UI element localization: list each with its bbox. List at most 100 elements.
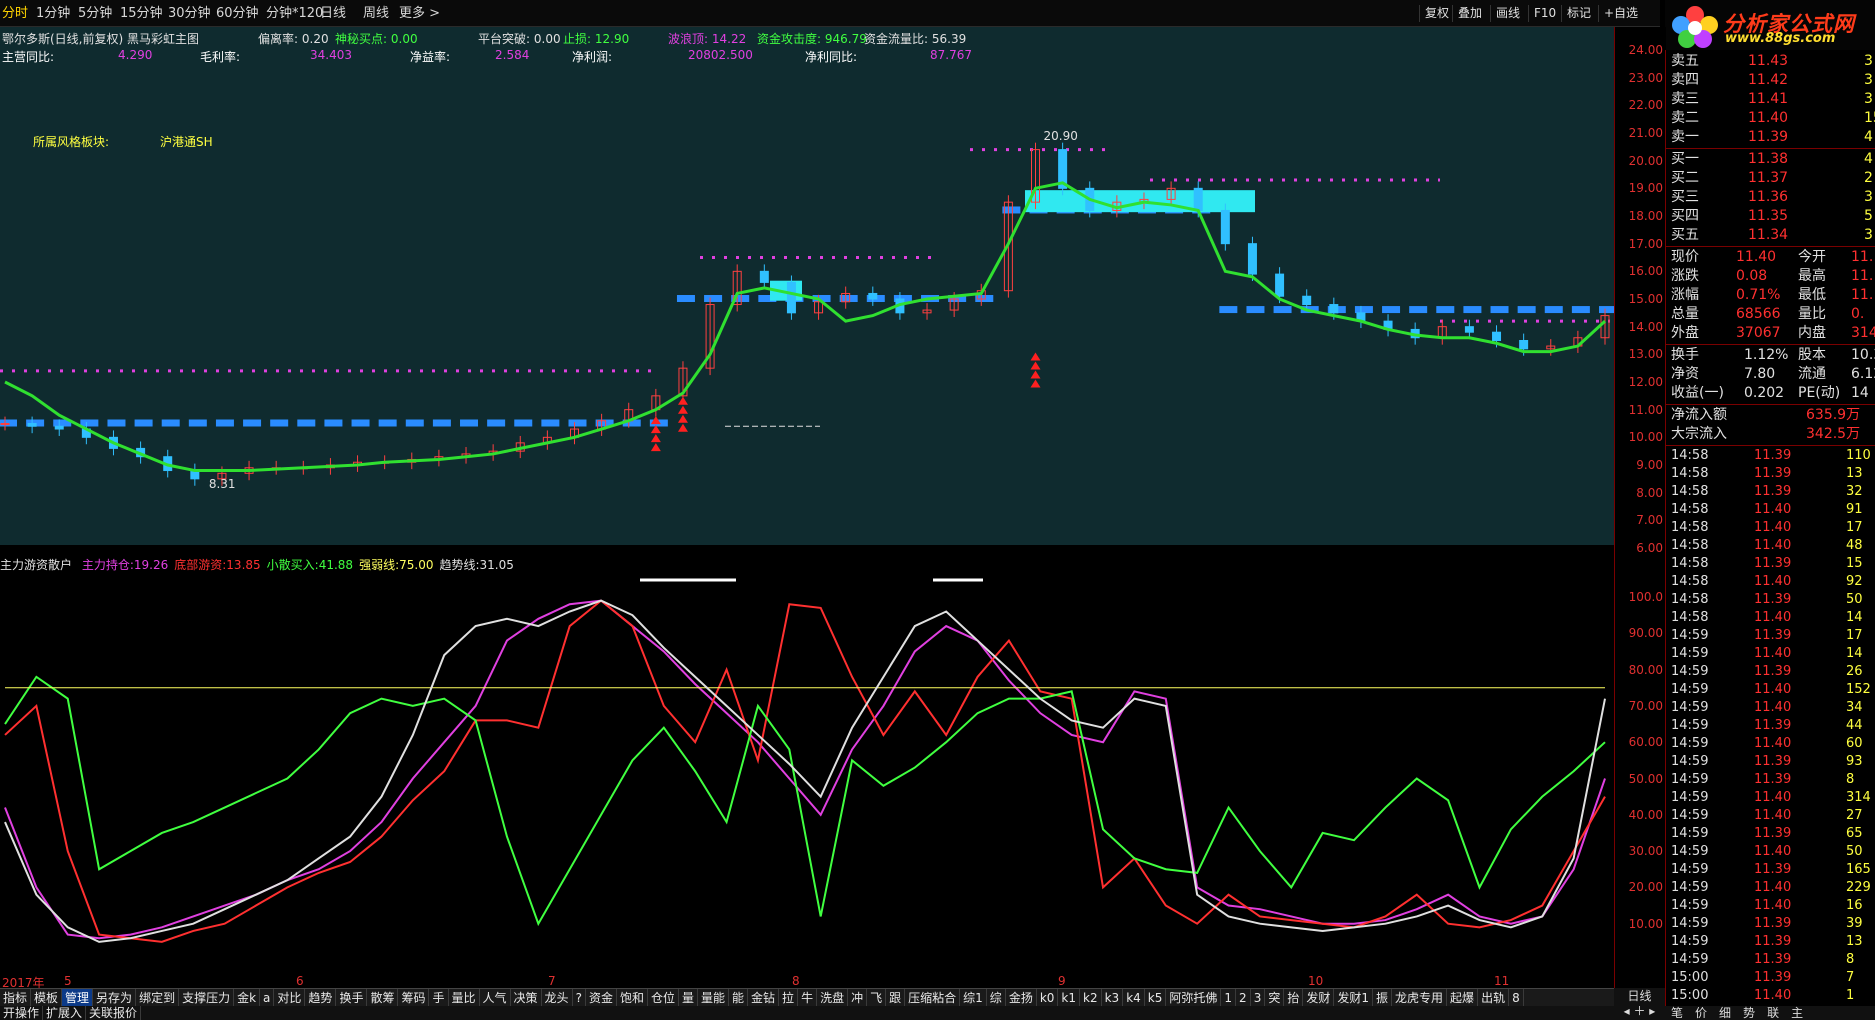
toolbar-button-5[interactable]: +自选 (1598, 5, 1643, 22)
indicator-tab[interactable]: 出轨 (1478, 989, 1510, 1007)
stat-value: 314 (1851, 325, 1875, 341)
indicator-tab[interactable]: 跟 (886, 989, 906, 1007)
indicator-tab[interactable]: k3 (1102, 989, 1124, 1007)
indicator-tab[interactable]: 筹码 (398, 989, 430, 1007)
indicator-tab[interactable]: 模板 (31, 989, 63, 1007)
indicator-tab[interactable]: 拉 (779, 989, 799, 1007)
indicator-tab[interactable]: 振 (1373, 989, 1393, 1007)
period-tab-3[interactable]: 15分钟 (120, 6, 163, 22)
indicator-tab[interactable]: 绑定到 (136, 989, 180, 1007)
indicator-tab[interactable]: 量比 (449, 989, 480, 1007)
quote-tab[interactable]: 细 (1713, 1006, 1737, 1020)
indicator-tab[interactable]: 金扬 (1006, 989, 1037, 1007)
indicator-tab[interactable]: 资金 (586, 989, 617, 1007)
period-tab-7[interactable]: 日线 (320, 6, 346, 22)
indicator-tab[interactable]: 牛 (798, 989, 818, 1007)
period-tab-8[interactable]: 周线 (363, 6, 389, 22)
quote-tab[interactable]: 联 (1761, 1006, 1785, 1020)
indicator-tab[interactable]: 仓位 (648, 989, 679, 1007)
indicator-tab[interactable]: 飞 (867, 989, 887, 1007)
indicator-tab[interactable]: 压缩粘合 (905, 989, 961, 1007)
secondary-tab[interactable]: 关联报价 (86, 1006, 142, 1020)
buy-arrow-icon (1030, 361, 1041, 370)
quote-divider (1666, 148, 1875, 149)
toolbar-button-4[interactable]: 标记 (1561, 5, 1596, 22)
indicator-tab[interactable]: k0 (1037, 989, 1059, 1007)
main-chart-panel[interactable]: 20.90 8.31 (0, 27, 1614, 545)
indicator-tab[interactable]: 阿弥托佛 (1166, 989, 1222, 1007)
toolbar-button-2[interactable]: 画线 (1490, 5, 1525, 22)
toolbar-button-1[interactable]: 叠加 (1452, 5, 1487, 22)
indicator-tab[interactable]: 饱和 (617, 989, 648, 1007)
candlestick-chart[interactable]: 20.90 8.31 (0, 27, 1614, 545)
indicator-tab[interactable]: 对比 (274, 989, 306, 1007)
toolbar-button-3[interactable]: F10 (1528, 5, 1561, 22)
indicator-tab[interactable]: 发财 (1303, 989, 1335, 1007)
indicator-tab[interactable]: 趋势 (305, 989, 337, 1007)
indicator-tab[interactable]: 龙虎专用 (1392, 989, 1448, 1007)
indicator-tab[interactable]: 散筹 (367, 989, 399, 1007)
buy-arrow-icon (1030, 352, 1041, 361)
indicator-tab[interactable]: 金k (234, 989, 261, 1007)
toolbar-button-0[interactable]: 复权 (1419, 5, 1454, 22)
indicator-tab[interactable]: 综1 (960, 989, 987, 1007)
period-tab-5[interactable]: 60分钟 (216, 6, 259, 22)
indicator-tab[interactable]: 龙头 (542, 989, 573, 1007)
indicator-tab[interactable]: 起爆 (1447, 989, 1479, 1007)
indicator-tab[interactable]: 冲 (848, 989, 868, 1007)
indicator-tab[interactable]: k1 (1058, 989, 1081, 1007)
period-tab-4[interactable]: 30分钟 (168, 6, 211, 22)
indicator-panel[interactable] (0, 553, 1614, 973)
tick-row: 14:59 11.39 39 (1666, 915, 1875, 933)
indicator-tab[interactable]: 突 (1265, 989, 1285, 1007)
indicator-tab[interactable]: 指标 (0, 989, 32, 1007)
indicator-tab[interactable]: 3 (1251, 989, 1266, 1007)
quote-tab[interactable]: 势 (1737, 1006, 1761, 1020)
indicator-tab[interactable]: 支撑压力 (179, 989, 235, 1007)
tick-time: 14:59 (1671, 916, 1709, 931)
period-label-box[interactable]: 日线 ◂ ＋ ▸ (1614, 988, 1665, 1020)
quote-tab[interactable]: 主 (1785, 1006, 1809, 1020)
period-tab-9[interactable]: 更多 > (399, 6, 440, 22)
indicator-tab[interactable]: 2 (1236, 989, 1251, 1007)
period-tab-2[interactable]: 5分钟 (78, 6, 112, 22)
indicator-tab[interactable]: 手 (429, 989, 449, 1007)
indicator-tab[interactable]: k4 (1123, 989, 1145, 1007)
indicator-tab[interactable]: 发财1 (1334, 989, 1374, 1007)
indicator-tab[interactable]: 量 (679, 989, 698, 1007)
indicator-chart[interactable] (0, 553, 1614, 973)
indicator-tab[interactable]: k5 (1145, 989, 1167, 1007)
period-tab-1[interactable]: 1分钟 (36, 6, 70, 22)
sector-value: 沪港通SH (160, 135, 213, 149)
indicator-tab[interactable]: 抬 (1284, 989, 1304, 1007)
period-tab-6[interactable]: 分钟*120 (266, 6, 323, 22)
wave-label: 波浪顶: (668, 32, 709, 46)
tick-row: 14:58 11.39 32 (1666, 483, 1875, 501)
period-tab-0[interactable]: 分时 (2, 6, 28, 22)
quote-tab[interactable]: 笔 (1665, 1006, 1689, 1020)
indicator-tab[interactable]: 综 (987, 989, 1006, 1007)
indicator-tab[interactable]: a (260, 989, 275, 1007)
indicator-tab[interactable]: 管理 (62, 989, 94, 1007)
zoom-controls[interactable]: ◂ ＋ ▸ (1614, 1004, 1665, 1018)
indicator-tab[interactable]: 洗盘 (817, 989, 849, 1007)
indicator-tab[interactable]: ? (573, 989, 586, 1007)
tick-row: 14:59 11.39 8 (1666, 771, 1875, 789)
indicator-tab[interactable]: 人气 (480, 989, 511, 1007)
indicator-tab[interactable]: 另存为 (93, 989, 137, 1007)
indicator-tab[interactable]: 换手 (336, 989, 368, 1007)
indicator-tab[interactable]: 8 (1509, 989, 1524, 1007)
secondary-tab[interactable]: 扩展入 (43, 1006, 87, 1020)
secondary-tab[interactable]: 开操作 (0, 1006, 44, 1020)
indicator-tab[interactable]: k2 (1080, 989, 1102, 1007)
date-axis: 2017年 5 6 7 8 9 10 11 (0, 974, 1614, 990)
indicator-tab[interactable]: 能 (729, 989, 749, 1007)
indicator-tab[interactable]: 量能 (698, 989, 730, 1007)
tick-time: 14:59 (1671, 682, 1709, 697)
indicator-tab[interactable]: 金钻 (748, 989, 780, 1007)
support-band (188, 419, 207, 427)
indicator-tab[interactable]: 1 (1221, 989, 1237, 1007)
indicator-tab[interactable]: 决策 (511, 989, 542, 1007)
quote-tab[interactable]: 价 (1689, 1006, 1713, 1020)
secret-buy-label: 神秘买点: (335, 32, 388, 46)
